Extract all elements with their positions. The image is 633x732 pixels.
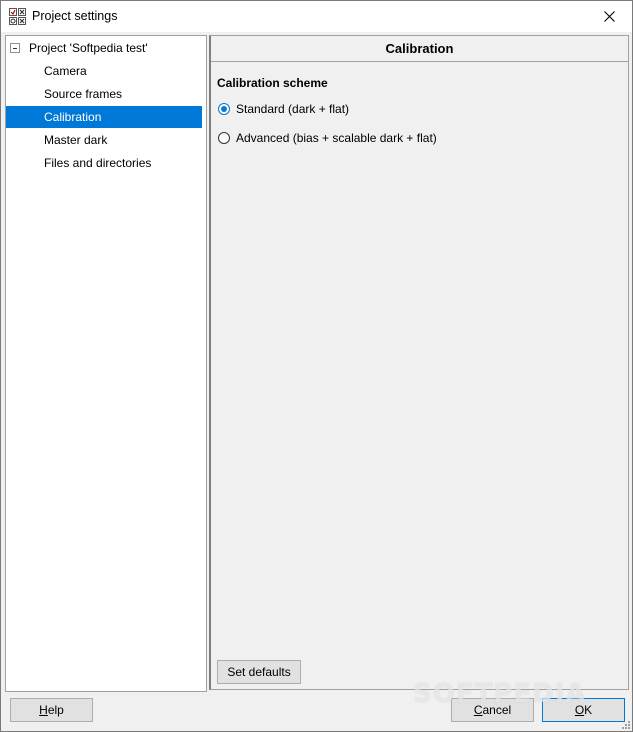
option-standard-label: Standard (dark + flat) bbox=[236, 102, 350, 116]
calibration-scheme-label: Calibration scheme bbox=[217, 76, 328, 90]
radio-standard[interactable] bbox=[218, 103, 230, 115]
close-button[interactable] bbox=[586, 1, 632, 32]
tree-item-files-and-directories[interactable]: Files and directories bbox=[41, 152, 204, 174]
collapse-icon[interactable] bbox=[10, 43, 20, 53]
radio-advanced[interactable] bbox=[218, 132, 230, 144]
option-advanced[interactable]: Advanced (bias + scalable dark + flat) bbox=[218, 129, 437, 147]
project-settings-window: Project settings Project 'Softpedia test… bbox=[0, 0, 633, 732]
help-button[interactable]: Help bbox=[10, 698, 93, 722]
app-icon bbox=[9, 8, 26, 25]
window-title: Project settings bbox=[32, 9, 118, 23]
set-defaults-button[interactable]: Set defaults bbox=[217, 660, 301, 684]
option-advanced-label: Advanced (bias + scalable dark + flat) bbox=[236, 131, 437, 145]
tree-item-calibration[interactable]: Calibration bbox=[6, 106, 202, 128]
title-bar: Project settings bbox=[1, 1, 632, 32]
resize-grip-icon[interactable] bbox=[620, 719, 630, 729]
tree-item-master-dark[interactable]: Master dark bbox=[41, 129, 204, 151]
tree-item-camera[interactable]: Camera bbox=[41, 60, 204, 82]
option-standard[interactable]: Standard (dark + flat) bbox=[218, 100, 349, 118]
tree-root-project[interactable]: Project 'Softpedia test' bbox=[26, 37, 151, 59]
panel-title: Calibration bbox=[211, 36, 628, 62]
tree-item-source-frames[interactable]: Source frames bbox=[41, 83, 204, 105]
watermark: SOFTPEDIA bbox=[413, 679, 587, 709]
close-icon bbox=[603, 11, 615, 22]
settings-tree[interactable]: Project 'Softpedia test' Camera Source f… bbox=[5, 35, 207, 692]
calibration-panel: Calibration Calibration scheme Standard … bbox=[209, 35, 629, 690]
